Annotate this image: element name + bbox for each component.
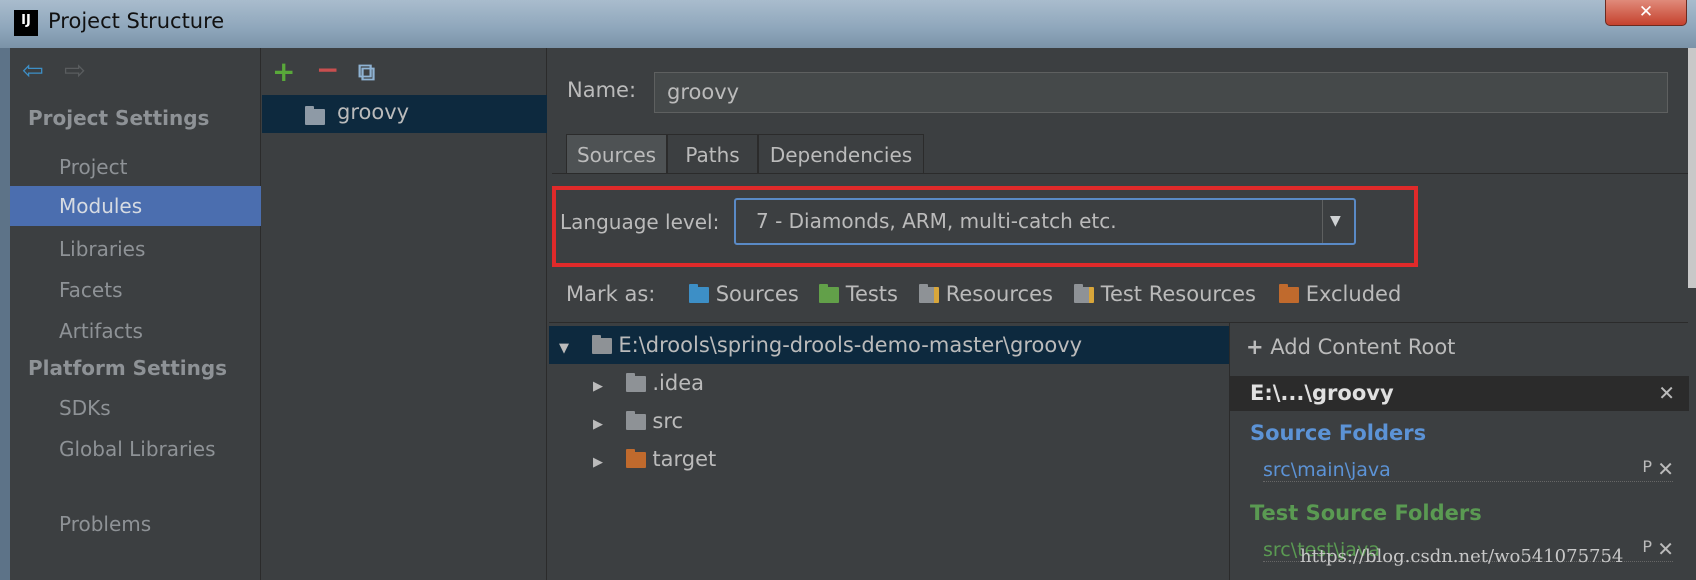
content-root-header: E:\...\groovy ✕ — [1230, 376, 1689, 411]
sidebar-item-libraries[interactable]: Libraries — [10, 229, 261, 269]
copy-icon[interactable]: ⧉ — [358, 58, 375, 86]
combo-separator — [1322, 200, 1323, 243]
close-button[interactable]: ✕ — [1605, 0, 1687, 26]
intellij-logo-icon: IJ — [14, 10, 38, 36]
tree-row[interactable]: ▶ .idea — [549, 364, 1229, 402]
language-level-value: 7 - Diamonds, ARM, multi-catch etc. — [756, 209, 1117, 233]
folder-icon — [625, 373, 646, 392]
mark-tests-button[interactable]: Tests — [819, 282, 898, 306]
tab-dependencies[interactable]: Dependencies — [758, 134, 924, 174]
add-content-root-button[interactable]: + Add Content Root — [1246, 335, 1455, 359]
tab-paths[interactable]: Paths — [667, 134, 758, 174]
mark-excluded-button[interactable]: Excluded — [1279, 282, 1401, 306]
forward-arrow-icon[interactable]: ⇨ — [64, 56, 86, 86]
language-level-label: Language level: — [560, 210, 720, 234]
window-title: Project Structure — [48, 9, 225, 33]
watermark: https://blog.csdn.net/wo541075754 — [1300, 546, 1624, 567]
source-folder-path: src\main\java — [1263, 459, 1673, 482]
dropdown-arrow-icon[interactable]: ▼ — [1330, 200, 1341, 243]
title-bar: IJ Project Structure ✕ — [0, 0, 1696, 48]
tab-sources[interactable]: Sources — [566, 134, 667, 174]
sidebar-item-facets[interactable]: Facets — [10, 270, 261, 310]
expand-arrow-icon[interactable]: ▶ — [587, 444, 609, 482]
name-label: Name: — [567, 78, 637, 102]
scrollbar[interactable] — [1688, 48, 1696, 288]
sidebar-item-modules[interactable]: Modules — [10, 186, 261, 226]
content-roots-panel: + Add Content Root E:\...\groovy ✕ Sourc… — [1229, 322, 1689, 580]
language-level-select[interactable]: 7 - Diamonds, ARM, multi-catch etc. ▼ — [734, 198, 1356, 245]
mark-test-resources-button[interactable]: Test Resources — [1074, 282, 1256, 306]
test-source-folders-heading: Test Source Folders — [1250, 501, 1482, 525]
folder-icon — [591, 335, 612, 354]
expand-arrow-icon[interactable]: ▶ — [587, 406, 609, 444]
module-folder-icon — [305, 106, 325, 125]
plus-icon: + — [1246, 335, 1264, 359]
source-folders-heading: Source Folders — [1250, 421, 1427, 445]
add-icon[interactable]: + — [272, 58, 295, 86]
remove-source-folder-icon[interactable]: ✕ — [1657, 457, 1674, 481]
sidebar-item-artifacts[interactable]: Artifacts — [10, 311, 261, 351]
expand-arrow-icon[interactable]: ▶ — [587, 368, 609, 406]
tree-row[interactable]: ▶ target — [549, 440, 1229, 478]
mark-sources-button[interactable]: Sources — [689, 282, 799, 306]
tests-folder-icon — [819, 284, 839, 303]
folder-icon — [625, 411, 646, 430]
remove-root-icon[interactable]: ✕ — [1658, 376, 1675, 411]
sidebar-item-sdks[interactable]: SDKs — [10, 388, 261, 428]
collapse-arrow-icon[interactable]: ▼ — [553, 330, 575, 368]
sidebar-item-project[interactable]: Project — [10, 147, 261, 187]
remove-test-folder-icon[interactable]: ✕ — [1657, 537, 1674, 561]
test-resources-folder-icon — [1074, 284, 1094, 303]
sidebar-item-global-libraries[interactable]: Global Libraries — [10, 429, 261, 469]
excluded-folder-icon — [625, 449, 646, 468]
remove-icon[interactable]: − — [316, 56, 339, 84]
mark-as-label: Mark as: — [566, 282, 656, 306]
tab-divider — [552, 173, 1696, 174]
tree-row[interactable]: ▶ src — [549, 402, 1229, 440]
sidebar-item-problems[interactable]: Problems — [10, 504, 261, 544]
group-platform-settings: Platform Settings — [28, 356, 228, 380]
module-item-groovy[interactable]: groovy — [262, 95, 547, 133]
sidebar: ⇦ ⇨ Project Settings Project Modules Lib… — [10, 48, 261, 580]
tree-root-row[interactable]: ▼ E:\drools\spring-drools-demo-master\gr… — [549, 326, 1229, 364]
name-input[interactable]: groovy — [654, 72, 1668, 113]
group-project-settings: Project Settings — [28, 106, 210, 130]
properties-icon[interactable]: P — [1642, 537, 1652, 556]
back-arrow-icon[interactable]: ⇦ — [22, 56, 44, 86]
mark-resources-button[interactable]: Resources — [919, 282, 1053, 306]
properties-icon[interactable]: P — [1642, 457, 1652, 476]
directory-tree: ▼ E:\drools\spring-drools-demo-master\gr… — [549, 322, 1229, 580]
sources-folder-icon — [689, 284, 709, 303]
excluded-folder-icon — [1279, 284, 1299, 303]
resources-folder-icon — [919, 284, 939, 303]
